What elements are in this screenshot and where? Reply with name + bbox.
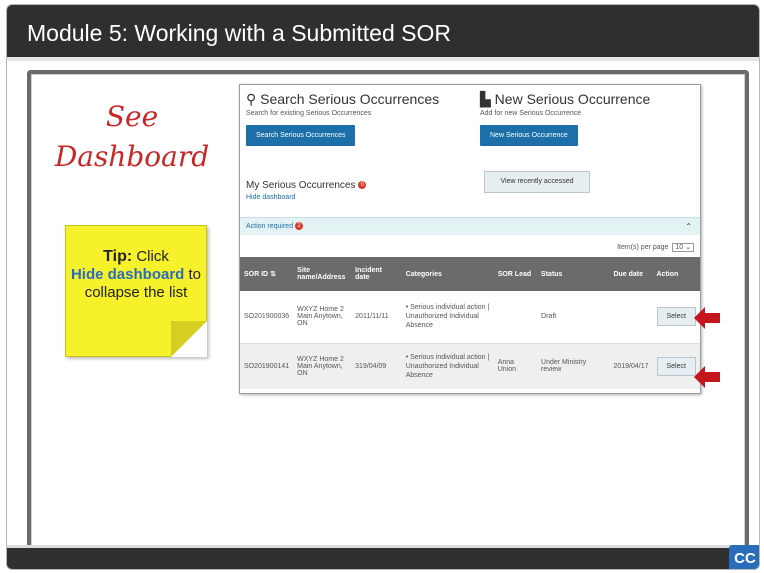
left-arrow-icon bbox=[694, 307, 720, 329]
cell-status: Draft bbox=[537, 291, 610, 344]
per-page-value: 10 bbox=[675, 244, 684, 251]
cell-sor-id: SO201900036 bbox=[240, 291, 294, 344]
cell-categories: • Serious individual action | Unauthoriz… bbox=[401, 291, 494, 344]
document-icon: ▙ bbox=[480, 91, 491, 107]
table-header-row: SOR ID ⇅ Site name/Address Incident date… bbox=[240, 257, 700, 291]
cell-status: Under Ministry review bbox=[537, 343, 610, 389]
slide-frame: Module 5: Working with a Submitted SOR S… bbox=[6, 4, 760, 570]
cell-sor-id: SO201900141 bbox=[240, 343, 294, 389]
cell-site: WXYZ Home 2 Main Anytown, ON bbox=[293, 291, 352, 344]
tip-text-1: Click bbox=[136, 248, 169, 265]
closed-captions-button[interactable]: CC bbox=[729, 545, 759, 569]
player-bottom-bar bbox=[7, 545, 759, 569]
select-button[interactable]: Select bbox=[656, 307, 696, 327]
search-section: ⚲ Search Serious Occurrences Search for … bbox=[246, 91, 439, 146]
new-button[interactable]: New Serious Occurrence bbox=[480, 125, 578, 146]
cell-action: Select bbox=[652, 291, 700, 344]
new-heading: ▙ New Serious Occurrence bbox=[480, 91, 650, 108]
table-row: SO201900141 WXYZ Home 2 Main Anytown, ON… bbox=[240, 343, 700, 389]
see-line: See bbox=[105, 100, 159, 133]
search-icon: ⚲ bbox=[246, 91, 257, 107]
col-due-date: Due date bbox=[609, 257, 653, 291]
note-fold bbox=[171, 321, 207, 357]
col-sor-id[interactable]: SOR ID ⇅ bbox=[240, 257, 294, 291]
hide-dashboard-link[interactable]: Hide dashboard bbox=[246, 194, 366, 201]
module-title: Module 5: Working with a Submitted SOR bbox=[7, 5, 759, 61]
dashboard-panel: ⚲ Search Serious Occurrences Search for … bbox=[239, 84, 701, 394]
view-recent-button[interactable]: View recently accessed bbox=[484, 171, 590, 193]
col-sor-lead: SOR Lead bbox=[493, 257, 538, 291]
my-so-section: My Serious Occurrences 0 Hide dashboard bbox=[246, 180, 367, 201]
my-so-badge: 0 bbox=[358, 181, 367, 190]
tip-link-text: Hide dashboard bbox=[70, 266, 185, 283]
table-row: SO201900036 WXYZ Home 2 Main Anytown, ON… bbox=[240, 291, 700, 344]
search-subtitle: Search for existing Serious Occurrences bbox=[246, 110, 372, 117]
select-button[interactable]: Select bbox=[656, 356, 696, 376]
cell-site: WXYZ Home 2 Main Anytown, ON bbox=[293, 343, 352, 389]
per-page-label: Item(s) per page bbox=[617, 244, 669, 251]
chevron-up-icon[interactable]: ⌃ bbox=[685, 218, 692, 236]
per-page-select[interactable]: 10 ⌄ bbox=[672, 243, 694, 252]
tip-sticky-note: Tip: Click Hide dashboard to collapse th… bbox=[65, 225, 207, 357]
cell-categories: • Serious individual action | Unauthoriz… bbox=[401, 343, 494, 389]
cell-incident-date: 319/04/09 bbox=[351, 343, 402, 389]
dashboard-line: Dashboard bbox=[54, 140, 210, 173]
action-required-badge: 2 bbox=[295, 222, 304, 231]
cell-due: 2019/04/17 bbox=[609, 343, 653, 389]
so-table: SOR ID ⇅ Site name/Address Incident date… bbox=[240, 257, 700, 389]
cell-lead bbox=[493, 291, 538, 344]
sort-icon[interactable]: ⇅ bbox=[270, 271, 276, 278]
col-status: Status bbox=[537, 257, 610, 291]
my-so-title: My Serious Occurrences bbox=[246, 180, 356, 191]
search-button[interactable]: Search Serious Occurrences bbox=[246, 125, 356, 146]
search-heading: ⚲ Search Serious Occurrences bbox=[246, 91, 439, 108]
action-required-bar[interactable]: Action required 2 ⌃ bbox=[240, 217, 700, 235]
new-subtitle: Add for new Serious Occurrence bbox=[480, 110, 582, 117]
per-page-control: Item(s) per page 10 ⌄ bbox=[617, 243, 694, 252]
cell-action: Select bbox=[652, 343, 700, 389]
tip-label: Tip: bbox=[103, 248, 133, 265]
search-title: Search Serious Occurrences bbox=[260, 91, 440, 107]
col-site: Site name/Address bbox=[293, 257, 352, 291]
cell-lead: Anna Union bbox=[493, 343, 538, 389]
action-required-label: Action required bbox=[246, 223, 294, 230]
left-arrow-icon bbox=[694, 366, 720, 388]
cell-due bbox=[609, 291, 653, 344]
new-section: ▙ New Serious Occurrence Add for new Ser… bbox=[480, 91, 650, 146]
cell-incident-date: 2011/11/11 bbox=[351, 291, 402, 344]
col-action: Action bbox=[652, 257, 700, 291]
col-incident-date: Incident date bbox=[351, 257, 402, 291]
col-categories: Categories bbox=[401, 257, 494, 291]
new-title: New Serious Occurrence bbox=[494, 91, 651, 107]
see-dashboard-heading: See Dashboard bbox=[37, 97, 227, 177]
